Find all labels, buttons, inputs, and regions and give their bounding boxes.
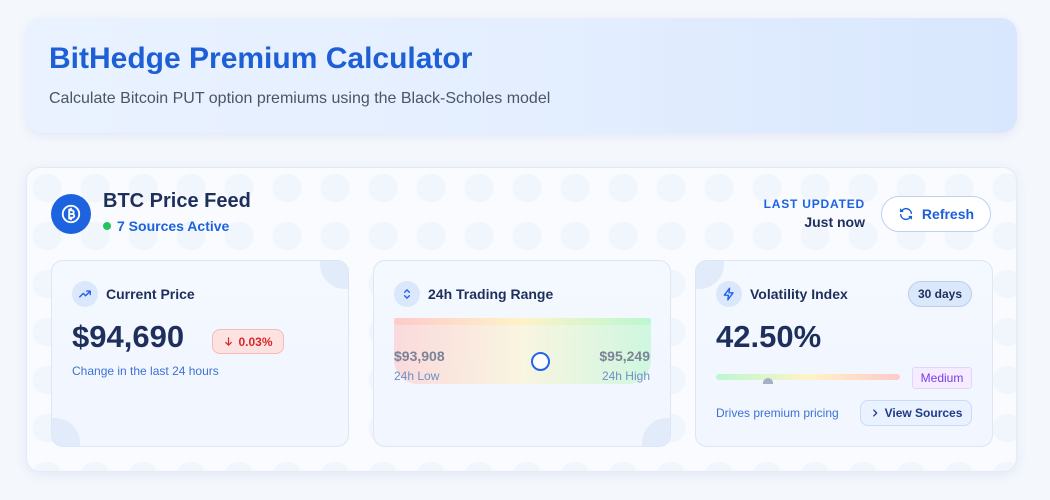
range-low-value: $93,908 [394, 348, 445, 364]
volatility-level-badge: Medium [912, 367, 972, 389]
current-price-value: $94,690 [72, 319, 185, 354]
view-sources-label: View Sources [884, 406, 963, 420]
volatility-tile: Volatility Index 30 days 42.50% Medium D… [695, 260, 993, 447]
last-updated-value: Just now [804, 214, 865, 230]
status-dot [103, 222, 111, 230]
refresh-label: Refresh [921, 206, 975, 222]
price-change-caption: Change in the last 24 hours [72, 364, 219, 378]
refresh-icon [899, 207, 912, 221]
trading-range-tile: 24h Trading Range $93,908 $95,249 24h Lo… [373, 260, 671, 447]
current-price-tile: Current Price $94,690 0.03% Change in th… [51, 260, 349, 447]
price-change-value: 0.03% [238, 334, 273, 349]
chevron-right-icon [872, 409, 877, 417]
range-high-label: 24h High [601, 369, 650, 383]
tile-decoration [642, 418, 670, 446]
view-sources-button[interactable]: View Sources [860, 400, 972, 426]
volatility-period-badge: 30 days [908, 281, 972, 307]
range-high-value: $95,249 [599, 348, 650, 364]
page-title: BitHedge Premium Calculator [49, 42, 473, 75]
page-subtitle: Calculate Bitcoin PUT option premiums us… [49, 90, 551, 107]
volatility-marker [762, 378, 773, 384]
last-updated-label: LAST UPDATED [763, 197, 865, 211]
volatility-bar [716, 374, 900, 380]
current-price-title: Current Price [106, 286, 195, 302]
bitcoin-icon [51, 194, 91, 234]
range-low-label: 24h Low [394, 369, 440, 383]
trending-up-icon [72, 281, 98, 307]
lightning-icon [716, 281, 742, 307]
feed-status-text: 7 Sources Active [117, 218, 230, 234]
volatility-caption: Drives premium pricing [716, 406, 839, 420]
feed-title: BTC Price Feed [103, 190, 251, 212]
page-header: BitHedge Premium Calculator Calculate Bi… [26, 18, 1017, 133]
range-bar [394, 318, 651, 325]
tile-decoration [52, 418, 80, 446]
price-change-badge: 0.03% [212, 329, 284, 354]
volatility-title: Volatility Index [750, 286, 848, 302]
tile-decoration [320, 261, 348, 289]
trading-range-title: 24h Trading Range [428, 286, 554, 302]
feed-status: 7 Sources Active [103, 218, 229, 234]
price-feed-card: BTC Price Feed 7 Sources Active LAST UPD… [26, 167, 1017, 472]
range-current-marker [530, 352, 550, 371]
arrow-down-icon [225, 337, 233, 346]
refresh-button[interactable]: Refresh [881, 196, 991, 232]
chevrons-up-down-icon [394, 281, 420, 307]
volatility-value: 42.50% [716, 319, 822, 354]
